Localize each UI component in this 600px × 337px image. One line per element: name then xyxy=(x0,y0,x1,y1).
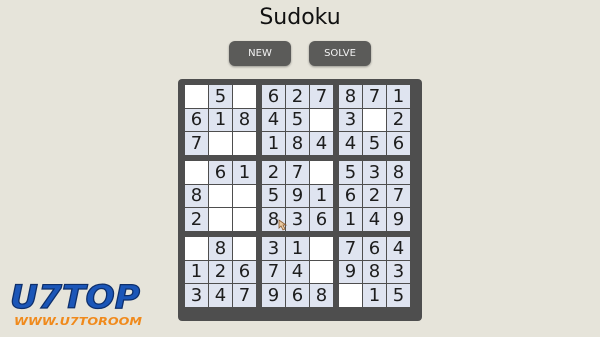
logo-brand-text: U7TOP xyxy=(10,278,141,316)
sudoku-cell-r3-c6[interactable]: 4 xyxy=(310,132,333,155)
sudoku-cell-r7-c6[interactable] xyxy=(310,237,333,260)
sudoku-cell-r3-c7[interactable]: 4 xyxy=(339,132,362,155)
sudoku-cell-r2-c3[interactable]: 8 xyxy=(233,108,256,131)
sudoku-cell-r8-c9[interactable]: 3 xyxy=(387,260,410,283)
sudoku-cell-r2-c5[interactable]: 5 xyxy=(286,108,309,131)
sudoku-cell-r2-c8[interactable] xyxy=(363,108,386,131)
sudoku-cell-r5-c5[interactable]: 9 xyxy=(286,184,309,207)
sudoku-cell-r9-c7[interactable] xyxy=(339,284,362,307)
sudoku-cell-r6-c7[interactable]: 1 xyxy=(339,208,362,231)
sudoku-cell-r6-c9[interactable]: 9 xyxy=(387,208,410,231)
u7top-logo: U7TOP WWW.U7TOROOM xyxy=(9,277,142,328)
sudoku-cell-r3-c5[interactable]: 8 xyxy=(286,132,309,155)
logo-url-text: WWW.U7TOROOM xyxy=(14,315,142,328)
sudoku-cell-r6-c1[interactable]: 2 xyxy=(185,208,208,231)
sudoku-cell-r7-c9[interactable]: 4 xyxy=(387,237,410,260)
sudoku-cell-r9-c2[interactable]: 4 xyxy=(209,284,232,307)
sudoku-cell-r6-c5[interactable]: 3 xyxy=(286,208,309,231)
sudoku-cell-r5-c2[interactable] xyxy=(209,184,232,207)
sudoku-cell-r4-c8[interactable]: 3 xyxy=(363,161,386,184)
sudoku-cell-r7-c1[interactable] xyxy=(185,237,208,260)
sudoku-cell-r7-c7[interactable]: 7 xyxy=(339,237,362,260)
sudoku-cell-r7-c8[interactable]: 6 xyxy=(363,237,386,260)
sudoku-cell-r3-c2[interactable] xyxy=(209,132,232,155)
sudoku-cell-r9-c6[interactable]: 8 xyxy=(310,284,333,307)
new-button[interactable]: NEW xyxy=(229,41,291,66)
sudoku-cell-r2-c2[interactable]: 1 xyxy=(209,108,232,131)
sudoku-cell-r8-c8[interactable]: 8 xyxy=(363,260,386,283)
sudoku-cell-r7-c3[interactable] xyxy=(233,237,256,260)
sudoku-cell-r5-c6[interactable]: 1 xyxy=(310,184,333,207)
sudoku-cell-r5-c9[interactable]: 7 xyxy=(387,184,410,207)
sudoku-cell-r4-c7[interactable]: 5 xyxy=(339,161,362,184)
sudoku-cell-r3-c3[interactable] xyxy=(233,132,256,155)
sudoku-cell-r6-c2[interactable] xyxy=(209,208,232,231)
sudoku-cell-r6-c4[interactable]: 8 xyxy=(262,208,285,231)
sudoku-cell-r8-c1[interactable]: 1 xyxy=(185,260,208,283)
sudoku-cell-r6-c3[interactable] xyxy=(233,208,256,231)
sudoku-cell-r1-c6[interactable]: 7 xyxy=(310,85,333,108)
sudoku-cell-r6-c8[interactable]: 4 xyxy=(363,208,386,231)
sudoku-cell-r7-c5[interactable]: 1 xyxy=(286,237,309,260)
sudoku-cell-r9-c1[interactable]: 3 xyxy=(185,284,208,307)
sudoku-cell-r8-c5[interactable]: 4 xyxy=(286,260,309,283)
sudoku-cell-r4-c4[interactable]: 2 xyxy=(262,161,285,184)
solve-button[interactable]: SOLVE xyxy=(309,41,371,66)
sudoku-cell-r4-c3[interactable]: 1 xyxy=(233,161,256,184)
sudoku-cell-r9-c3[interactable]: 7 xyxy=(233,284,256,307)
sudoku-cell-r8-c3[interactable]: 6 xyxy=(233,260,256,283)
sudoku-cell-r1-c8[interactable]: 7 xyxy=(363,85,386,108)
sudoku-cell-r1-c3[interactable] xyxy=(233,85,256,108)
sudoku-cell-r3-c9[interactable]: 6 xyxy=(387,132,410,155)
sudoku-cell-r6-c6[interactable]: 6 xyxy=(310,208,333,231)
sudoku-cell-r8-c2[interactable]: 2 xyxy=(209,260,232,283)
sudoku-cell-r1-c1[interactable] xyxy=(185,85,208,108)
sudoku-cell-r8-c7[interactable]: 9 xyxy=(339,260,362,283)
sudoku-cell-r3-c4[interactable]: 1 xyxy=(262,132,285,155)
sudoku-cell-r1-c7[interactable]: 8 xyxy=(339,85,362,108)
sudoku-cell-r2-c9[interactable]: 2 xyxy=(387,108,410,131)
sudoku-cell-r5-c3[interactable] xyxy=(233,184,256,207)
sudoku-cell-r5-c7[interactable]: 6 xyxy=(339,184,362,207)
sudoku-cell-r4-c1[interactable] xyxy=(185,161,208,184)
sudoku-cell-r7-c2[interactable]: 8 xyxy=(209,237,232,260)
sudoku-cell-r1-c2[interactable]: 5 xyxy=(209,85,232,108)
sudoku-cell-r2-c1[interactable]: 6 xyxy=(185,108,208,131)
sudoku-cell-r3-c8[interactable]: 5 xyxy=(363,132,386,155)
sudoku-cell-r2-c4[interactable]: 4 xyxy=(262,108,285,131)
sudoku-board: 5627871618453271844566127538859162728361… xyxy=(178,79,422,321)
sudoku-cell-r4-c6[interactable] xyxy=(310,161,333,184)
sudoku-cell-r8-c6[interactable] xyxy=(310,260,333,283)
sudoku-cell-r1-c5[interactable]: 2 xyxy=(286,85,309,108)
sudoku-cell-r4-c9[interactable]: 8 xyxy=(387,161,410,184)
page-title: Sudoku xyxy=(259,5,341,30)
sudoku-cell-r8-c4[interactable]: 7 xyxy=(262,260,285,283)
sudoku-cell-r4-c2[interactable]: 6 xyxy=(209,161,232,184)
sudoku-cell-r9-c9[interactable]: 5 xyxy=(387,284,410,307)
sudoku-cell-r1-c4[interactable]: 6 xyxy=(262,85,285,108)
sudoku-cell-r2-c6[interactable] xyxy=(310,108,333,131)
sudoku-cell-r7-c4[interactable]: 3 xyxy=(262,237,285,260)
sudoku-cell-r5-c1[interactable]: 8 xyxy=(185,184,208,207)
sudoku-cell-r9-c4[interactable]: 9 xyxy=(262,284,285,307)
sudoku-cell-r9-c5[interactable]: 6 xyxy=(286,284,309,307)
sudoku-cell-r3-c1[interactable]: 7 xyxy=(185,132,208,155)
sudoku-cell-r5-c4[interactable]: 5 xyxy=(262,184,285,207)
sudoku-cell-r5-c8[interactable]: 2 xyxy=(363,184,386,207)
sudoku-cell-r4-c5[interactable]: 7 xyxy=(286,161,309,184)
sudoku-cell-r1-c9[interactable]: 1 xyxy=(387,85,410,108)
sudoku-cell-r9-c8[interactable]: 1 xyxy=(363,284,386,307)
sudoku-cell-r2-c7[interactable]: 3 xyxy=(339,108,362,131)
